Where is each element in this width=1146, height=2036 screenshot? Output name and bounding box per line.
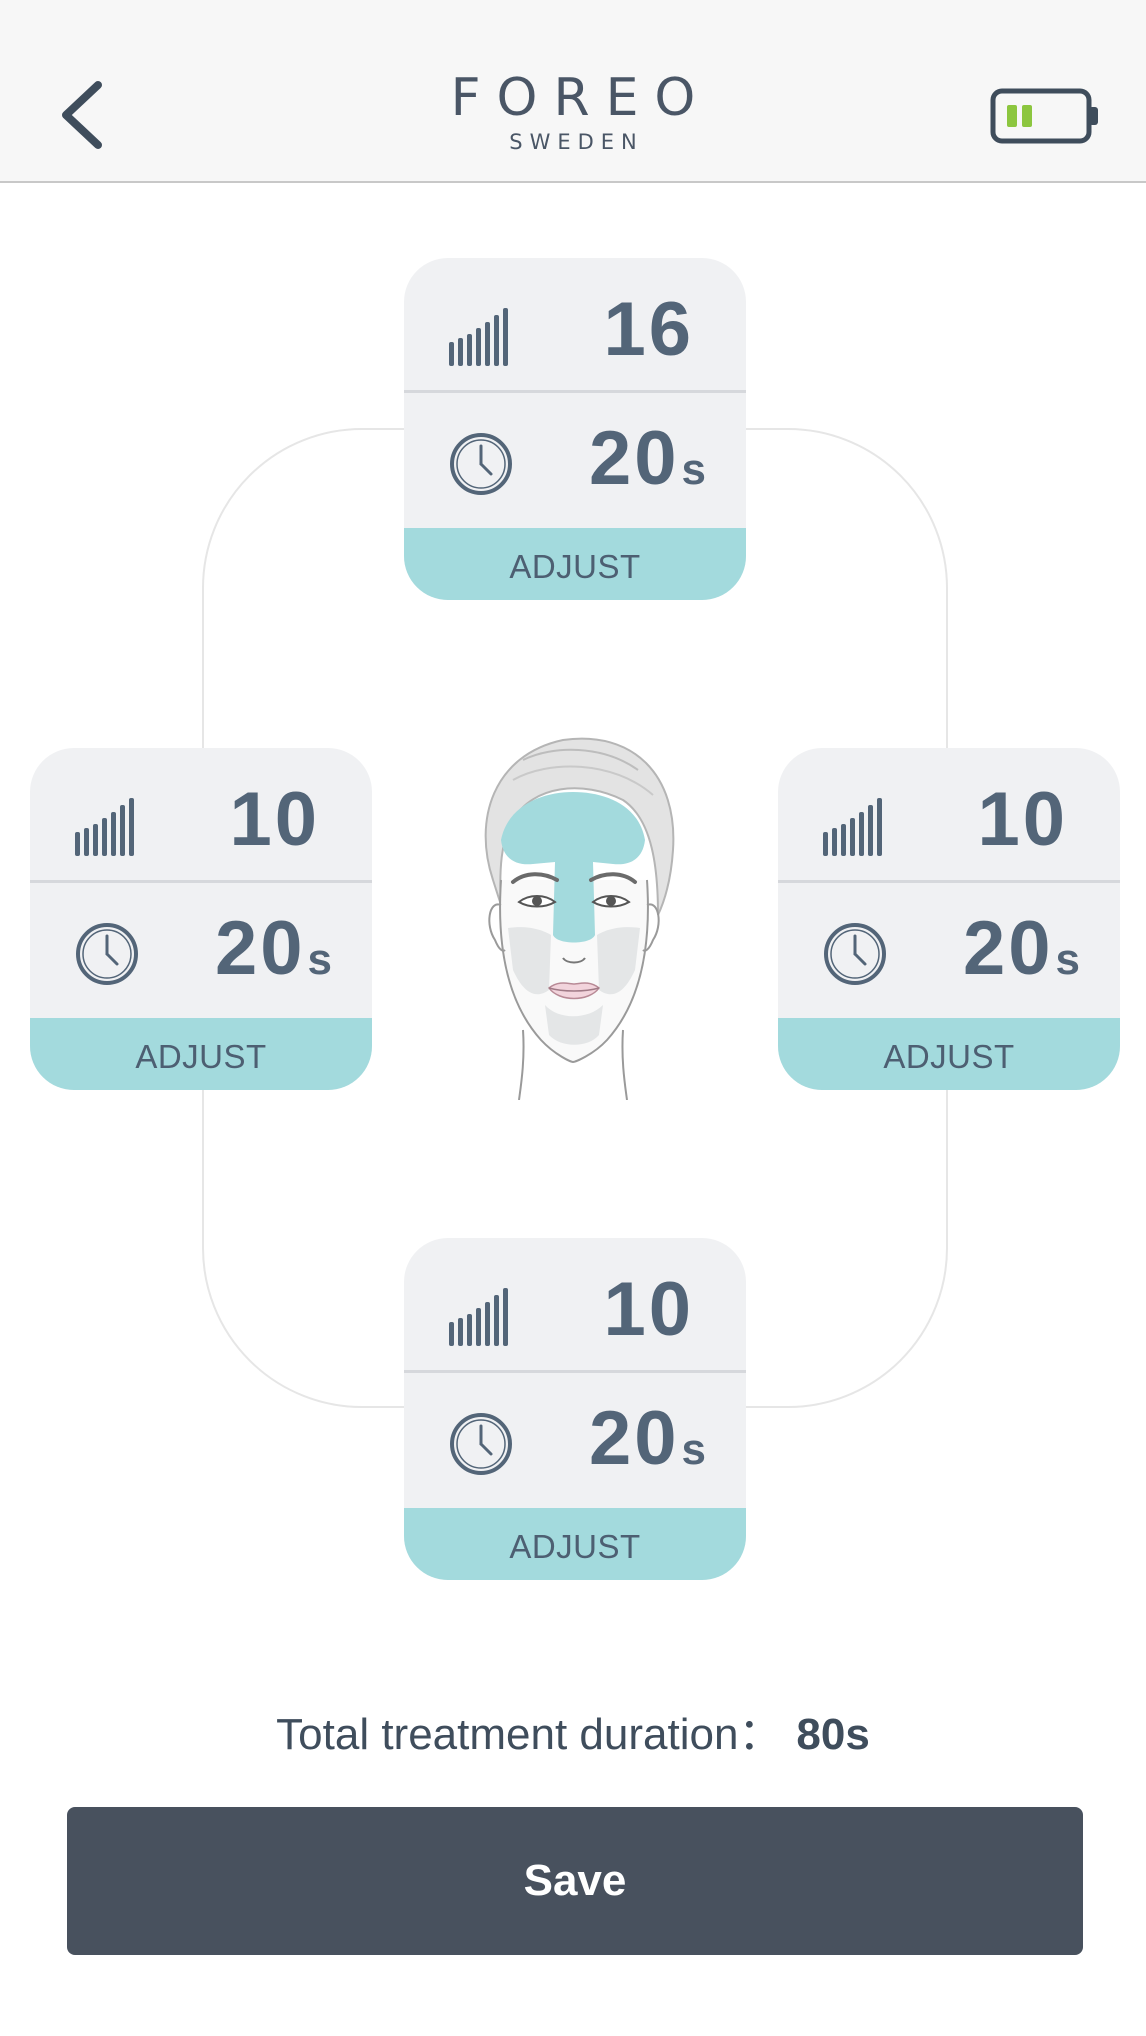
duration-row: 20s xyxy=(30,883,372,1015)
clock-icon xyxy=(450,433,512,495)
zone-card-forehead: 16 20s ADJUST xyxy=(404,258,746,600)
signal-bars-icon xyxy=(823,798,882,856)
intensity-value: 10 xyxy=(603,1267,694,1352)
clock-icon xyxy=(450,1413,512,1475)
battery-icon xyxy=(990,88,1098,144)
signal-bars-icon xyxy=(449,308,508,366)
intensity-row: 10 xyxy=(778,748,1120,883)
duration-value: 20s xyxy=(588,416,706,501)
total-duration-value: 80s xyxy=(796,1710,870,1759)
duration-row: 20s xyxy=(404,393,746,525)
brand-subtitle: SWEDEN xyxy=(509,130,644,154)
duration-value: 20s xyxy=(962,906,1080,991)
intensity-row: 10 xyxy=(30,748,372,883)
save-button[interactable]: Save xyxy=(67,1807,1083,1955)
face-illustration xyxy=(484,737,675,1100)
intensity-row: 16 xyxy=(404,258,746,393)
adjust-button[interactable]: ADJUST xyxy=(404,1508,746,1580)
total-duration-label: Total treatment duration： xyxy=(276,1710,783,1759)
intensity-row: 10 xyxy=(404,1238,746,1373)
clock-icon xyxy=(824,923,886,985)
intensity-value: 16 xyxy=(603,287,694,372)
total-duration: Total treatment duration： 80s xyxy=(0,1698,1146,1762)
duration-row: 20s xyxy=(404,1373,746,1505)
zone-card-chin: 10 20s ADJUST xyxy=(404,1238,746,1580)
zone-card-right-cheek: 10 20s ADJUST xyxy=(778,748,1120,1090)
clock-icon xyxy=(76,923,138,985)
app-header: FOREO SWEDEN xyxy=(0,0,1146,183)
zone-card-left-cheek: 10 20s ADJUST xyxy=(30,748,372,1090)
signal-bars-icon xyxy=(449,1288,508,1346)
duration-value: 20s xyxy=(214,906,332,991)
intensity-value: 10 xyxy=(229,777,320,862)
intensity-value: 10 xyxy=(977,777,1068,862)
signal-bars-icon xyxy=(75,798,134,856)
adjust-button[interactable]: ADJUST xyxy=(30,1018,372,1090)
duration-value: 20s xyxy=(588,1396,706,1481)
brand-logo: FOREO xyxy=(450,68,712,128)
adjust-button[interactable]: ADJUST xyxy=(404,528,746,600)
adjust-button[interactable]: ADJUST xyxy=(778,1018,1120,1090)
duration-row: 20s xyxy=(778,883,1120,1015)
